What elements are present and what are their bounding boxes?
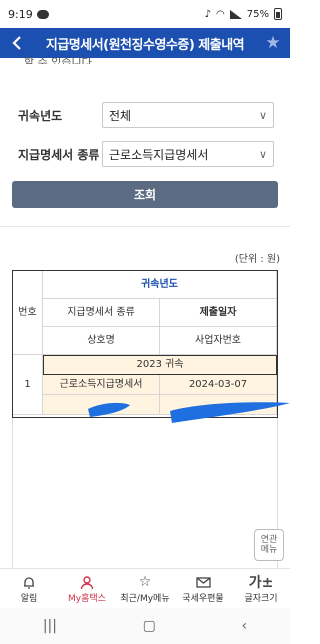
wifi-icon: ◠ xyxy=(216,8,225,20)
recent-apps-icon[interactable]: ||| xyxy=(43,618,57,634)
battery-icon xyxy=(274,8,282,20)
search-button[interactable]: 조회 xyxy=(12,181,278,208)
star-outline-icon: ☆ xyxy=(138,574,152,590)
system-nav-bar: ||| ▢ ‹ xyxy=(0,608,290,644)
person-icon xyxy=(80,573,94,591)
status-bar: 9:19 ♪ ◠ 75% xyxy=(0,0,290,28)
year-label: 귀속년도 xyxy=(18,108,63,123)
mail-icon xyxy=(195,573,211,591)
table-empty-area xyxy=(12,418,278,568)
row-no: 1 xyxy=(13,355,43,415)
type-select-value: 근로소득지급명세서 xyxy=(109,147,209,162)
header-submit-date: 제출일자 xyxy=(160,299,277,327)
back-nav-icon[interactable]: ‹ xyxy=(242,618,248,634)
signal-icon xyxy=(229,9,242,19)
row-group-year[interactable]: 2023 귀속 xyxy=(43,355,277,375)
header-company: 상호명 xyxy=(43,327,160,355)
status-icons: ♪ ◠ 75% xyxy=(205,8,282,20)
mute-icon: ♪ xyxy=(204,8,212,20)
unit-label: (단위 : 원) xyxy=(234,254,280,265)
related-menu-label: 연관 메뉴 xyxy=(260,534,278,555)
type-label: 지급명세서 종류 xyxy=(18,147,100,162)
bottom-nav: 알림 My홈택스 ☆ 최근/My메뉴 국세우편물 가± 글자크기 xyxy=(0,568,290,608)
star-icon: ★ xyxy=(265,33,281,53)
header-year: 귀속년도 xyxy=(43,271,277,299)
message-notification-icon xyxy=(36,9,49,19)
row-submit-date: 2024-03-07 xyxy=(160,375,277,395)
divider xyxy=(0,226,290,227)
chevron-left-icon xyxy=(12,36,21,50)
nav-recent-menu-label: 최근/My메뉴 xyxy=(120,594,170,604)
nav-font-size-label: 글자크기 xyxy=(244,594,278,604)
battery-percent: 75% xyxy=(246,8,269,20)
nav-my-hometax-label: My홈택스 xyxy=(68,594,106,604)
year-select[interactable]: 전체 ∨ xyxy=(102,102,274,128)
font-size-icon: 가± xyxy=(248,575,274,591)
type-select[interactable]: 근로소득지급명세서 ∨ xyxy=(102,141,274,167)
header-biz-no: 사업자번호 xyxy=(160,327,277,355)
favorite-button[interactable]: ★ xyxy=(256,28,290,58)
nav-alerts-label: 알림 xyxy=(20,594,38,604)
related-menu-button[interactable]: 연관 메뉴 xyxy=(254,529,284,561)
nav-tax-mail-label: 국세우편물 xyxy=(182,594,224,604)
status-time: 9:19 xyxy=(8,7,33,21)
filter-year-row: 귀속년도 전체 ∨ xyxy=(18,102,274,128)
nav-my-hometax[interactable]: My홈택스 xyxy=(58,569,116,608)
header-no: 번호 xyxy=(13,271,43,355)
nav-recent-menu[interactable]: ☆ 최근/My메뉴 xyxy=(116,569,174,608)
filter-type-row: 지급명세서 종류 근로소득지급명세서 ∨ xyxy=(18,141,274,167)
bell-icon xyxy=(22,573,36,591)
header-type: 지급명세서 종류 xyxy=(43,299,160,327)
nav-font-size[interactable]: 가± 글자크기 xyxy=(232,569,290,608)
row-type[interactable]: 근로소득지급명세서 xyxy=(43,375,160,395)
chevron-down-icon: ∨ xyxy=(258,147,267,161)
year-select-value: 전체 xyxy=(109,108,132,123)
nav-tax-mail[interactable]: 국세우편물 xyxy=(174,569,232,608)
nav-alerts[interactable]: 알림 xyxy=(0,569,58,608)
home-icon[interactable]: ▢ xyxy=(143,618,156,634)
chevron-down-icon: ∨ xyxy=(258,108,267,122)
truncated-description: 할 수 있습니다. xyxy=(24,56,96,64)
